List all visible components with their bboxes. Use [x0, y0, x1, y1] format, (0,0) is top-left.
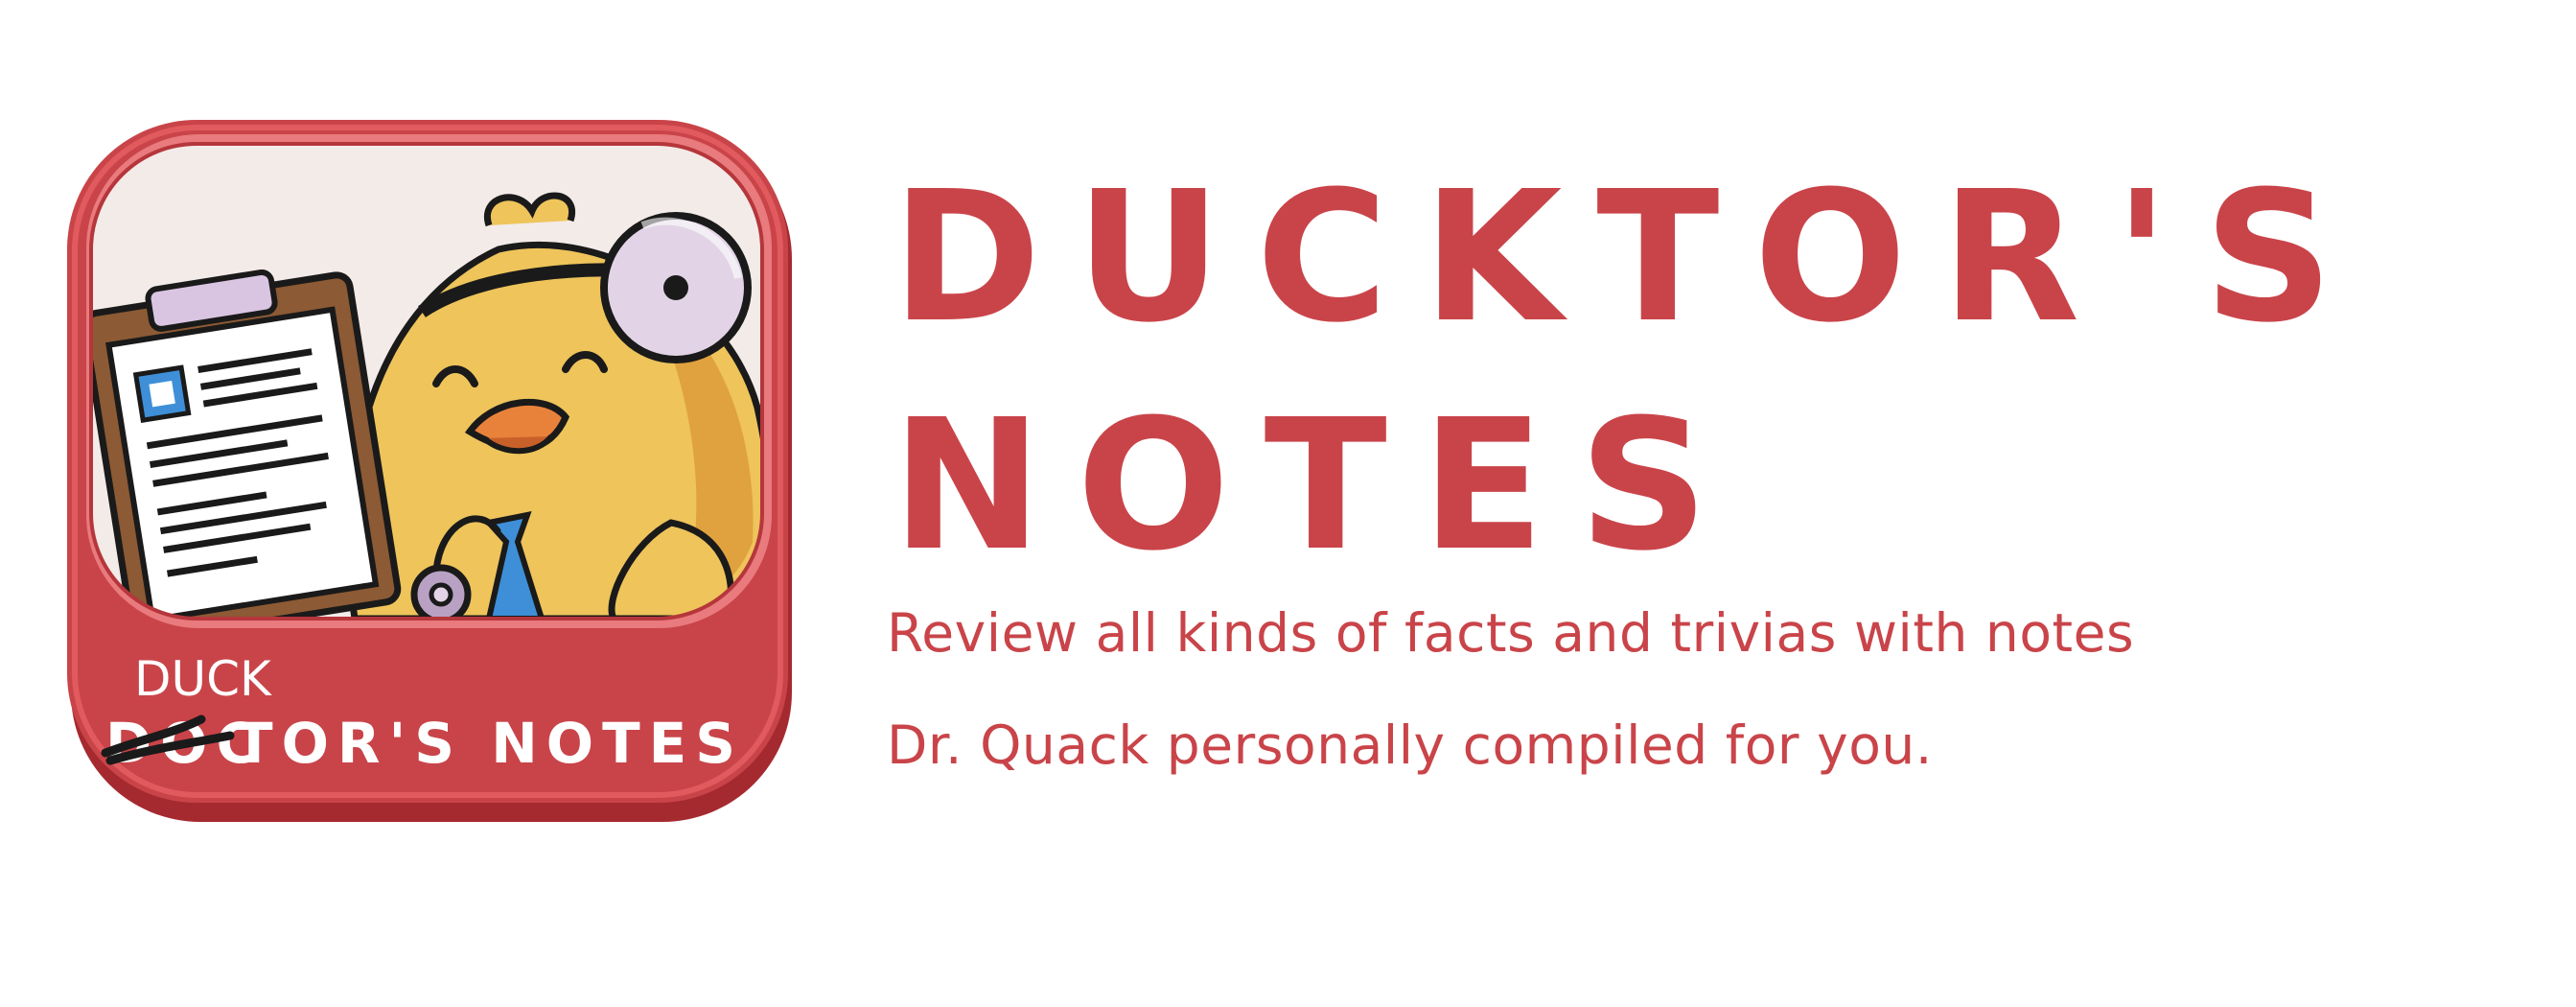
ducktor-mascot-icon: DUCK DOC TOR'S NOTES	[67, 120, 792, 822]
title-line-1: DUCKTOR'S	[892, 152, 2368, 363]
tagline-line-1: Review all kinds of facts and trivias wi…	[887, 602, 2135, 664]
title-line-2: NOTES	[892, 381, 1743, 591]
page-title: DUCKTOR'S NOTES	[892, 144, 2368, 600]
banner-correction: DUCK	[134, 651, 272, 707]
tagline-line-2: Dr. Quack personally compiled for you.	[887, 714, 1933, 776]
banner-text: TOR'S NOTES	[235, 711, 744, 776]
app-icon: DUCK DOC TOR'S NOTES	[67, 120, 796, 830]
